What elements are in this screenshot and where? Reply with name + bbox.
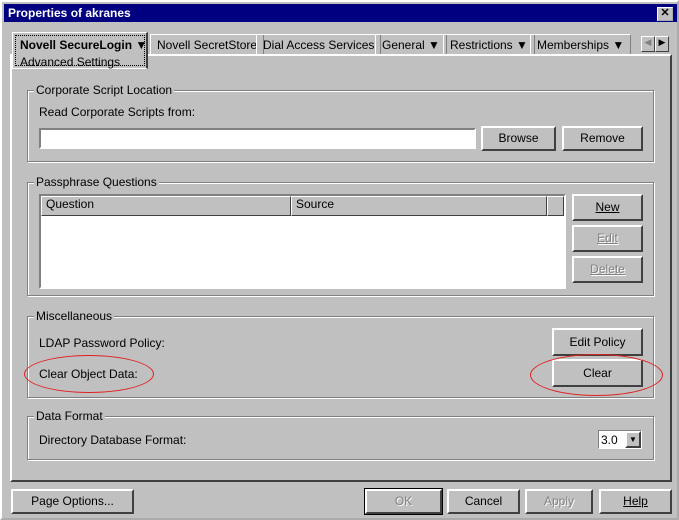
database-format-select[interactable]: 3.0 ▼ <box>598 430 642 449</box>
remove-button[interactable]: Remove <box>562 126 643 151</box>
highlight-ellipse <box>530 354 663 396</box>
delete-button[interactable]: Delete <box>572 256 643 283</box>
browse-button[interactable]: Browse <box>481 126 556 151</box>
column-header-filler <box>547 196 564 216</box>
close-icon[interactable]: ✕ <box>657 7 673 21</box>
chevron-down-icon[interactable]: ▼ <box>625 431 641 448</box>
apply-button[interactable]: Apply <box>525 489 593 514</box>
group-title: Data Format <box>34 409 105 423</box>
button-label: New <box>595 200 620 214</box>
button-label: Page Options... <box>31 494 114 508</box>
chevron-down-icon: ▼ <box>428 38 440 52</box>
window-title: Properties of akranes <box>8 6 131 20</box>
selected-value: 3.0 <box>601 433 618 447</box>
chevron-down-icon: ▼ <box>516 38 528 52</box>
tab-scroll-right-icon[interactable]: ▶ <box>655 36 669 52</box>
title-bar: Properties of akranes ✕ <box>4 4 677 22</box>
tab-dial-access-services[interactable]: Dial Access Services <box>256 34 382 54</box>
properties-dialog: Properties of akranes ✕ Novell SecureLog… <box>0 0 679 520</box>
column-header-source[interactable]: Source <box>291 196 547 216</box>
page-options-button[interactable]: Page Options... <box>11 489 134 514</box>
questions-list[interactable]: Question Source <box>39 194 566 289</box>
button-label: Delete <box>590 262 625 276</box>
edit-policy-button[interactable]: Edit Policy <box>552 328 643 356</box>
new-button[interactable]: New <box>572 194 643 221</box>
tab-scroll-left-icon[interactable]: ◀ <box>641 36 655 52</box>
tab-novell-secretstore[interactable]: Novell SecretStore <box>150 34 265 54</box>
tab-restrictions[interactable]: Restrictions ▼ <box>443 34 535 54</box>
tab-label: General <box>382 38 425 52</box>
tab-novell-securelogin[interactable]: Novell SecureLogin ▼ Advanced Settings <box>12 32 148 69</box>
tab-label: Novell SecureLogin <box>20 38 133 52</box>
chevron-down-icon: ▼ <box>612 38 625 52</box>
highlight-ellipse <box>24 355 154 393</box>
tab-label: Restrictions <box>450 38 513 52</box>
group-title: Miscellaneous <box>34 309 115 323</box>
tab-label: Dial Access Services <box>263 38 375 52</box>
directory-database-format-label: Directory Database Format: <box>39 433 187 447</box>
group-title: Passphrase Questions <box>34 175 159 189</box>
group-title: Corporate Script Location <box>34 83 175 97</box>
ok-button[interactable]: OK <box>364 488 443 515</box>
tab-memberships[interactable]: Memberships ▼ <box>530 34 632 54</box>
button-label: Edit <box>597 231 618 245</box>
cancel-button[interactable]: Cancel <box>447 489 520 514</box>
tab-label: Novell SecretStore <box>157 38 258 52</box>
tab-label: Memberships <box>537 38 610 52</box>
corporate-script-group: Corporate Script Location <box>27 83 654 162</box>
chevron-down-icon[interactable]: ▼ <box>135 38 147 52</box>
tab-general[interactable]: General ▼ <box>375 34 447 54</box>
edit-button[interactable]: Edit <box>572 225 643 252</box>
column-header-question[interactable]: Question <box>41 196 291 216</box>
read-scripts-label: Read Corporate Scripts from: <box>39 105 196 119</box>
ldap-password-policy-label: LDAP Password Policy: <box>39 336 165 350</box>
button-label: Help <box>623 494 648 508</box>
help-button[interactable]: Help <box>599 489 672 514</box>
tab-subpage-label: Advanced Settings <box>20 55 121 69</box>
corporate-scripts-input[interactable] <box>39 128 476 149</box>
